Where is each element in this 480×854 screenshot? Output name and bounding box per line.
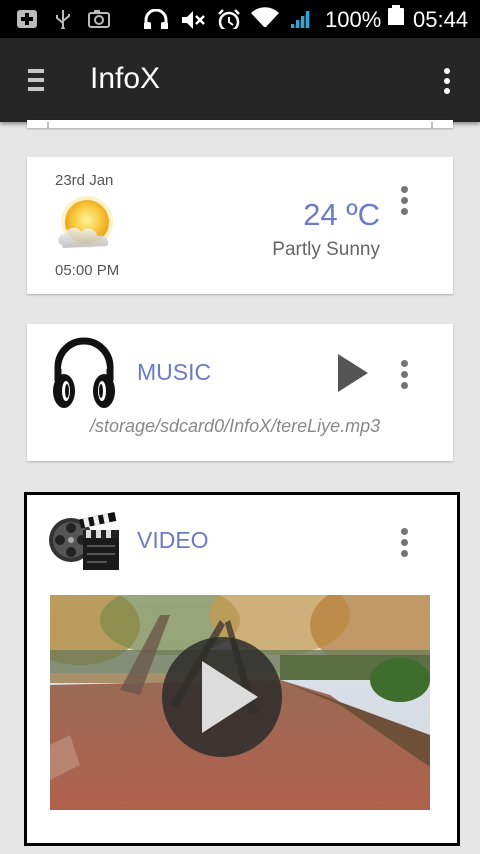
overflow-menu-button[interactable]	[444, 68, 452, 94]
music-play-button[interactable]	[336, 352, 370, 394]
weather-menu-button[interactable]	[401, 186, 409, 219]
screenshot-icon	[88, 10, 110, 28]
add-notification-icon	[17, 10, 37, 28]
headphones-music-icon	[53, 337, 115, 408]
partly-sunny-icon	[58, 196, 113, 248]
weather-condition: Partly Sunny	[272, 239, 380, 260]
signal-icon	[291, 10, 310, 28]
music-file-path: /storage/sdcard0/InfoX/tereLiye.mp3	[90, 416, 381, 436]
headphones-icon	[144, 9, 168, 29]
wifi-icon	[251, 7, 279, 27]
video-menu-button[interactable]	[401, 528, 409, 561]
music-menu-button[interactable]	[401, 360, 409, 393]
drawer-menu-icon[interactable]	[28, 69, 46, 91]
video-play-icon[interactable]	[160, 635, 284, 759]
music-label: MUSIC	[137, 359, 212, 385]
video-thumbnail[interactable]	[50, 595, 430, 810]
weather-date: 23rd Jan	[55, 172, 114, 189]
mute-icon	[182, 11, 205, 29]
weather-time: 05:00 PM	[55, 262, 120, 279]
alarm-icon	[218, 9, 240, 29]
previous-card-edge	[27, 120, 453, 128]
status-bar: 100% 05:44	[0, 0, 480, 38]
clock: 05:44	[413, 7, 469, 32]
usb-icon	[56, 10, 70, 29]
battery-percent: 100%	[325, 7, 382, 32]
app-title: InfoX	[90, 62, 161, 95]
film-clapper-icon	[49, 512, 119, 570]
temperature: 24 ºC	[303, 197, 380, 232]
battery-icon	[388, 5, 404, 25]
video-label: VIDEO	[137, 527, 209, 553]
app-bar: InfoX	[0, 38, 480, 122]
